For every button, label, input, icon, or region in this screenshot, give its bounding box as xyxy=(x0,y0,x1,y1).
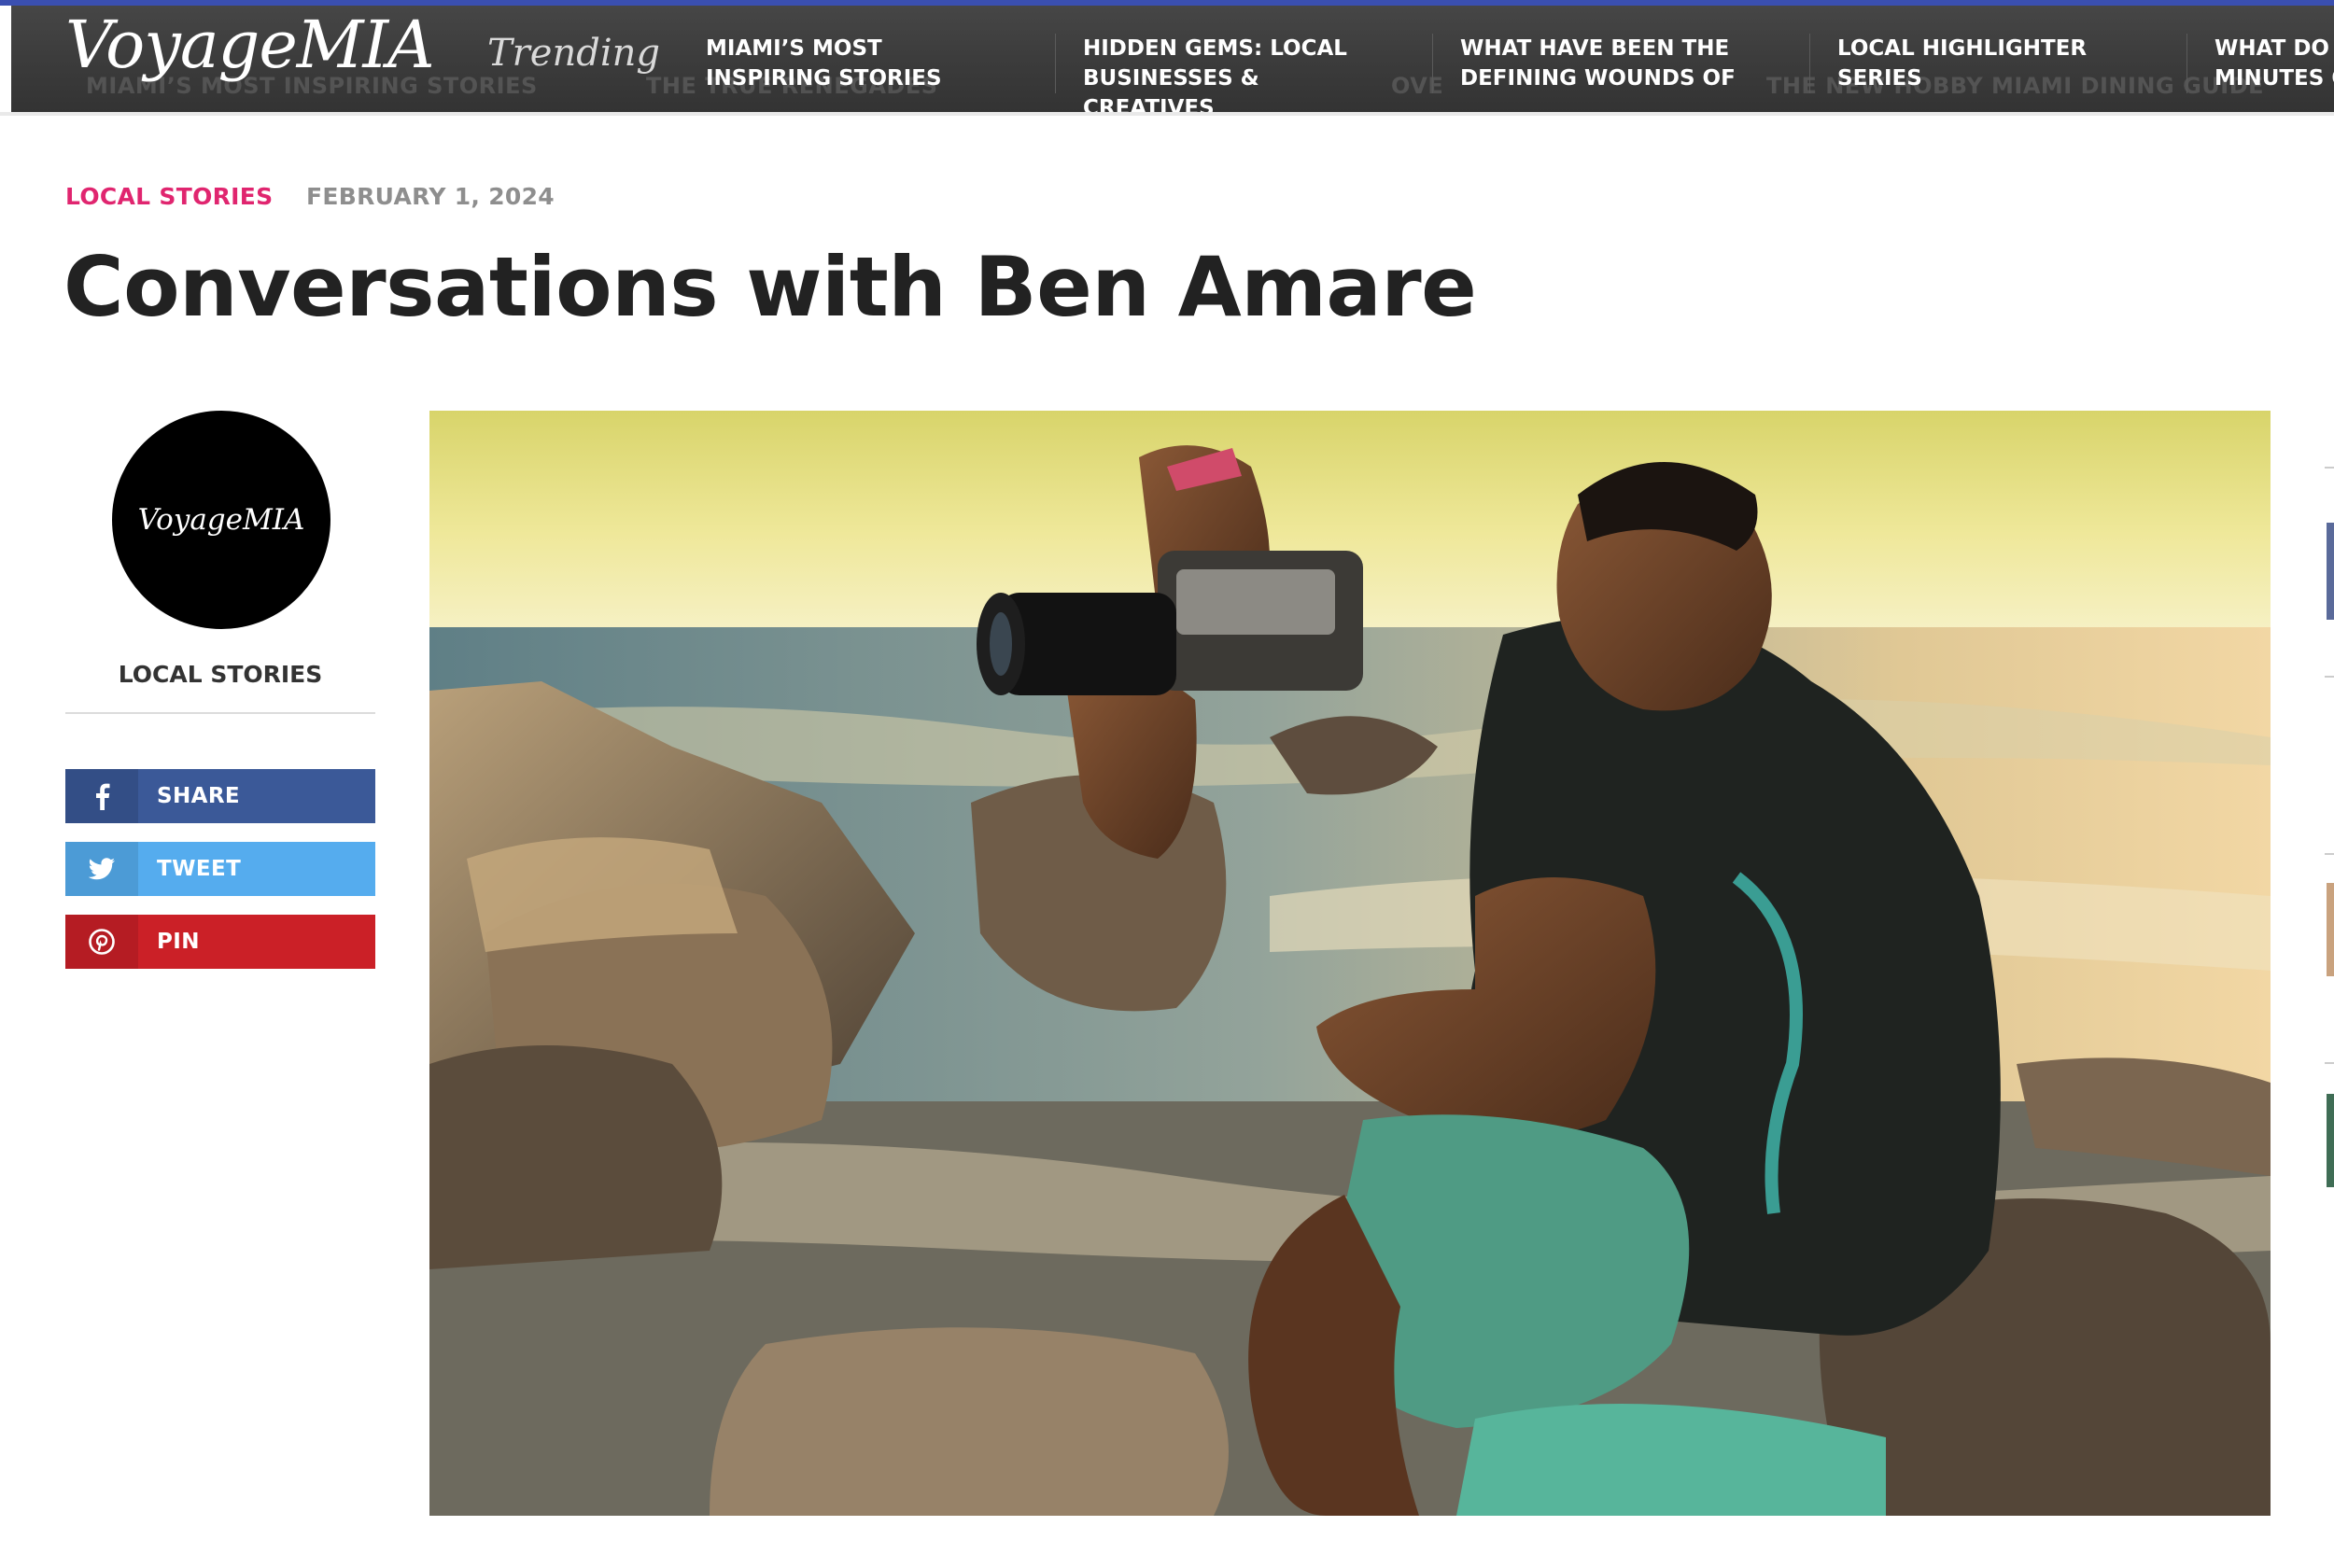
trending-label: Trending xyxy=(487,32,660,75)
sidebar-edge-line xyxy=(2325,676,2334,678)
trending-item-inspiring-stories[interactable]: MIAMI’S MOST INSPIRING STORIES xyxy=(706,34,1014,93)
nav-separator xyxy=(1809,34,1810,93)
nav-separator xyxy=(2186,34,2187,93)
trending-item-local-highlighter[interactable]: LOCAL HIGHLIGHTER SERIES xyxy=(1837,34,2145,93)
ticker-background-text: OVE xyxy=(1391,73,1444,99)
related-thumbnail[interactable] xyxy=(2327,523,2334,620)
sidebar-divider xyxy=(65,712,375,714)
twitter-share-button[interactable]: TWEET xyxy=(65,842,375,896)
article-category-link[interactable]: LOCAL STORIES xyxy=(65,183,273,210)
share-label: SHARE xyxy=(157,784,241,808)
author-category[interactable]: LOCAL STORIES xyxy=(65,661,375,688)
site-logo[interactable]: VoyageMIA xyxy=(65,6,435,84)
nav-separator xyxy=(1432,34,1433,93)
featured-image[interactable] xyxy=(429,411,2271,1516)
facebook-share-button[interactable]: SHARE xyxy=(65,769,375,823)
pin-label: PIN xyxy=(157,930,200,954)
trending-item-defining-wounds[interactable]: WHAT HAVE BEEN THE DEFINING WOUNDS OF xyxy=(1460,34,1778,93)
pinterest-share-button[interactable]: PIN xyxy=(65,915,375,969)
tweet-label: TWEET xyxy=(157,857,242,881)
nav-separator xyxy=(1055,34,1056,93)
avatar-logo-text: VoyageMIA xyxy=(137,503,305,537)
sidebar-edge-line xyxy=(2325,467,2334,469)
author-avatar[interactable]: VoyageMIA xyxy=(112,411,330,629)
pinterest-icon xyxy=(65,915,138,969)
related-thumbnail[interactable] xyxy=(2327,1094,2334,1187)
trending-bar: MIAMI’S MOST INSPIRING STORIES THE TRUE … xyxy=(11,6,2334,112)
trending-item-what-do-minutes[interactable]: WHAT DO MINUTES O xyxy=(2214,34,2334,93)
sidebar-edge-line xyxy=(2325,853,2334,855)
trending-item-hidden-gems[interactable]: HIDDEN GEMS: LOCAL BUSINESSES & CREATIVE… xyxy=(1083,34,1391,112)
facebook-icon xyxy=(65,769,138,823)
twitter-icon xyxy=(65,842,138,896)
article-title: Conversations with Ben Amare xyxy=(63,239,1477,335)
article-date: FEBRUARY 1, 2024 xyxy=(306,183,555,210)
header-divider xyxy=(0,112,2334,116)
sidebar-edge-line xyxy=(2325,1062,2334,1064)
related-thumbnail[interactable] xyxy=(2327,883,2334,976)
